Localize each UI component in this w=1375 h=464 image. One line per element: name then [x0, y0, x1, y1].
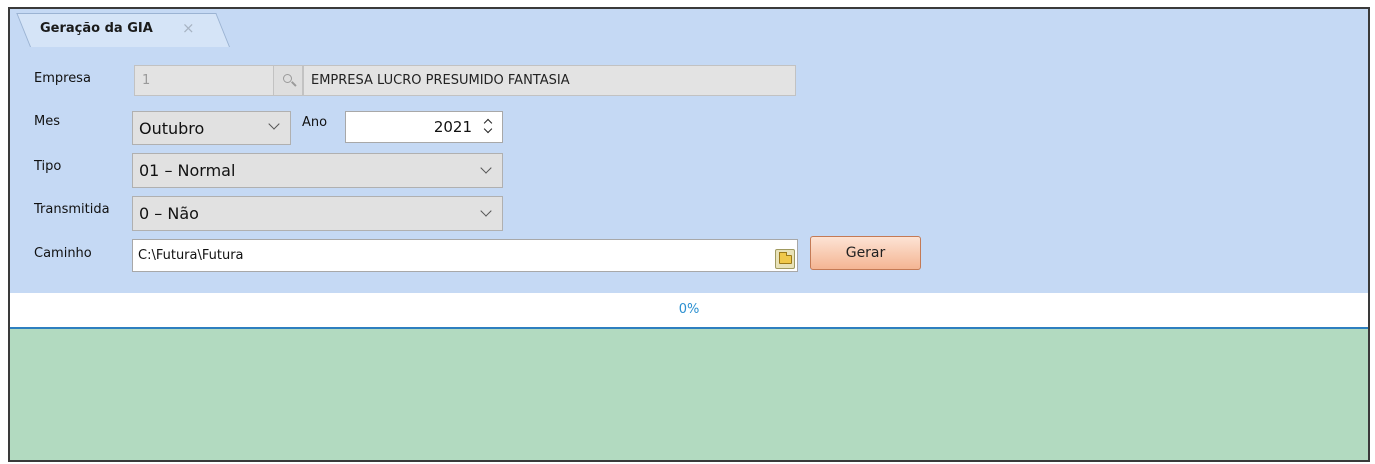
ano-label: Ano — [302, 115, 328, 130]
progress-bar: 0% — [10, 293, 1368, 329]
tab-title: Geração da GIA — [40, 21, 153, 36]
gerar-button[interactable]: Gerar — [810, 236, 921, 270]
chevron-down-icon — [480, 162, 492, 174]
ano-spinner[interactable]: 2021 — [345, 111, 503, 143]
tipo-value: 01 – Normal — [139, 161, 236, 180]
empresa-name-value: EMPRESA LUCRO PRESUMIDO FANTASIA — [311, 73, 570, 88]
transmitida-value: 0 – Não — [139, 204, 199, 223]
caminho-input[interactable]: C:\Futura\Futura — [132, 239, 798, 272]
caminho-value: C:\Futura\Futura — [138, 248, 244, 263]
log-area — [10, 329, 1368, 460]
empresa-name-field: EMPRESA LUCRO PRESUMIDO FANTASIA — [303, 65, 796, 96]
progress-text: 0% — [678, 302, 700, 317]
gia-window: Geração da GIA × Empresa 1 EMPRESA LUCRO… — [8, 7, 1370, 462]
chevron-down-icon — [480, 205, 492, 217]
caminho-label: Caminho — [34, 246, 92, 261]
transmitida-label: Transmitida — [34, 202, 110, 217]
transmitida-select[interactable]: 0 – Não — [132, 196, 503, 231]
mes-label: Mes — [34, 114, 60, 129]
empresa-label: Empresa — [34, 71, 91, 86]
folder-icon[interactable] — [775, 249, 795, 269]
mes-select[interactable]: Outubro — [132, 111, 291, 145]
tipo-label: Tipo — [34, 159, 62, 174]
empresa-code-value: 1 — [142, 73, 151, 88]
mes-value: Outubro — [139, 118, 205, 138]
close-icon[interactable]: × — [182, 19, 195, 37]
empresa-code-field: 1 — [134, 65, 274, 96]
spinner-arrows-icon[interactable] — [483, 117, 494, 135]
tab-bar: Geração da GIA × — [10, 9, 1368, 47]
chevron-down-icon — [268, 118, 280, 130]
ano-value: 2021 — [433, 118, 472, 136]
tipo-select[interactable]: 01 – Normal — [132, 153, 503, 188]
magnifier-icon[interactable] — [273, 65, 303, 96]
